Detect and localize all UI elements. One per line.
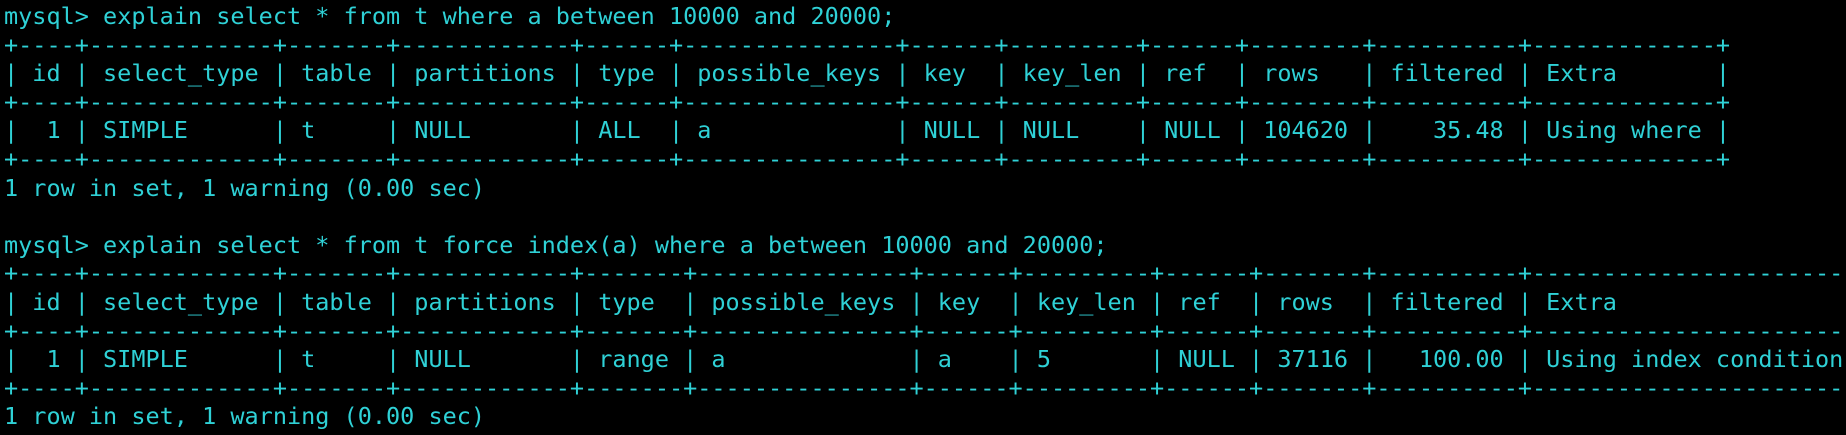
query-block-2: mysql> explain select * from t force ind…: [4, 231, 1846, 431]
table-row: | 1 | SIMPLE | t | NULL | ALL | a | NULL…: [4, 116, 1731, 145]
query-block-1: mysql> explain select * from t where a b…: [4, 2, 1846, 231]
table-border: +----+-------------+-------+------------…: [4, 144, 1731, 173]
table-header-row: | id | select_type | table | partitions …: [4, 59, 1731, 88]
command-line: mysql> explain select * from t force ind…: [4, 231, 1846, 260]
result-table: +----+-------------+-------+------------…: [4, 31, 1846, 174]
result-summary: 1 row in set, 1 warning (0.00 sec): [4, 173, 486, 202]
table-border: +----+-------------+-------+------------…: [4, 316, 1846, 345]
prompt: mysql>: [4, 2, 104, 30]
result-table: +----+-------------+-------+------------…: [4, 259, 1846, 402]
command-text: explain select * from t force index(a) w…: [103, 230, 1108, 259]
terminal-window[interactable]: mysql> explain select * from t where a b…: [0, 0, 1846, 435]
table-border: +----+-------------+-------+------------…: [4, 259, 1846, 288]
table-border: +----+-------------+-------+------------…: [4, 373, 1846, 402]
command-line: mysql> explain select * from t where a b…: [4, 2, 1846, 31]
result-summary: 1 row in set, 1 warning (0.00 sec): [4, 402, 486, 431]
table-row: | 1 | SIMPLE | t | NULL | range | a | a …: [4, 345, 1846, 374]
table-header-row: | id | select_type | table | partitions …: [4, 287, 1846, 316]
table-border: +----+-------------+-------+------------…: [4, 30, 1731, 59]
table-border: +----+-------------+-------+------------…: [4, 87, 1731, 116]
command-text: explain select * from t where a between …: [103, 2, 896, 30]
prompt: mysql>: [4, 230, 104, 259]
